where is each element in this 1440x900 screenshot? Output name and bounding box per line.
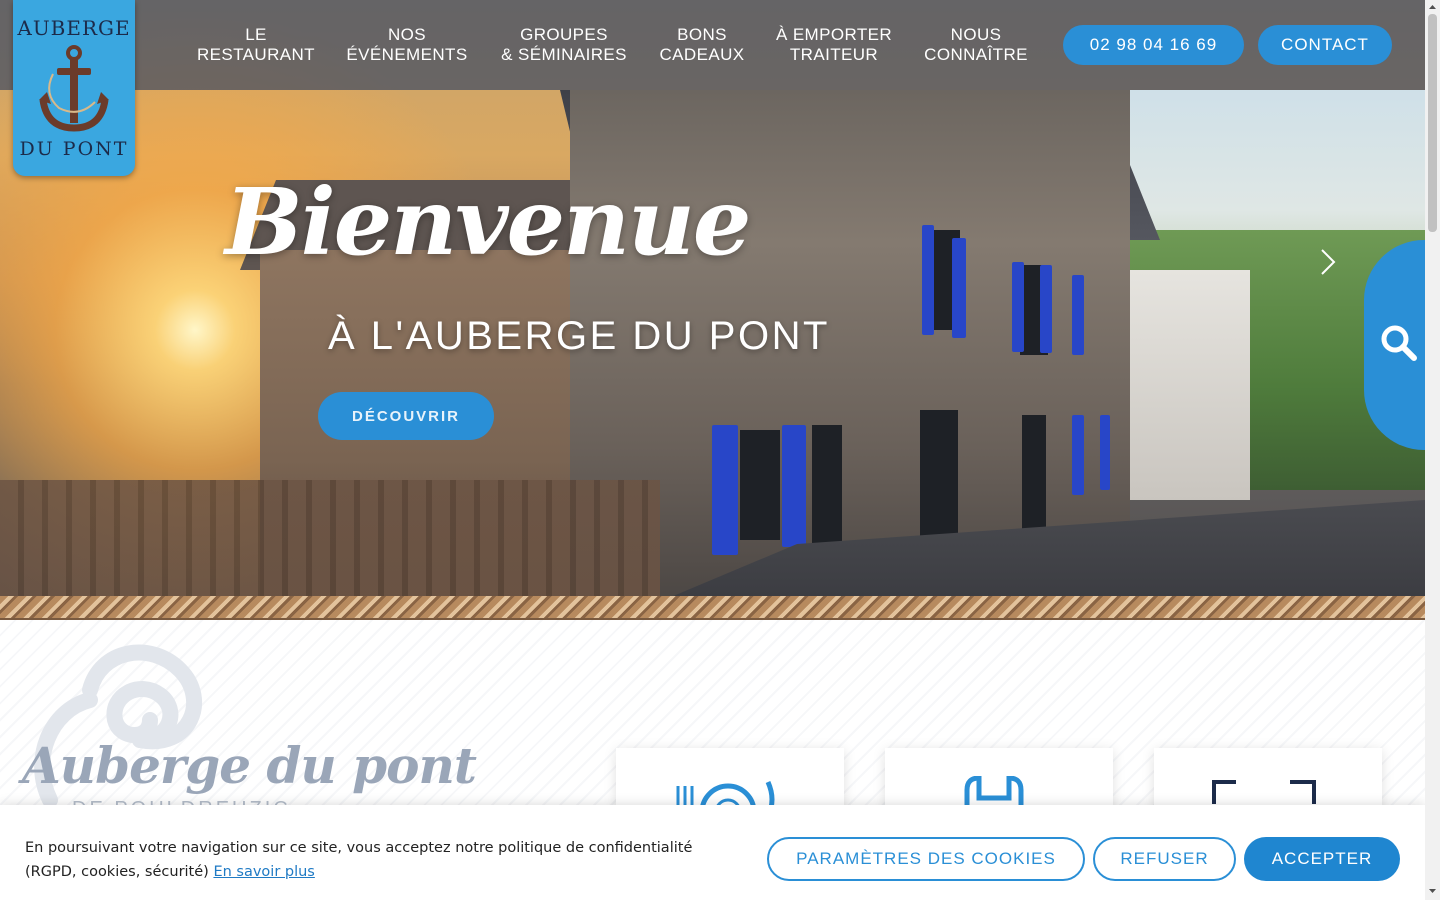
nav-item-line: À EMPORTER xyxy=(775,25,893,44)
hero-right-house xyxy=(1110,270,1250,500)
hero-banner xyxy=(0,0,1425,620)
nav-item-restaurant[interactable]: LE RESTAURANT xyxy=(196,25,316,65)
nav-item-bons-cadeaux[interactable]: BONS CADEAUX xyxy=(656,25,748,65)
cookie-message: En poursuivant votre navigation sur ce s… xyxy=(25,836,745,884)
hero-shutter xyxy=(1040,265,1052,353)
logo-bottom-text: DU PONT xyxy=(19,138,129,160)
page-scrollbar[interactable] xyxy=(1425,0,1440,900)
accept-button[interactable]: ACCEPTER xyxy=(1244,837,1400,881)
nav-item-evenements[interactable]: NOS ÉVÉNEMENTS xyxy=(344,25,470,65)
rope-divider xyxy=(0,596,1425,620)
nav-item-line: NOS xyxy=(387,25,427,44)
discover-button[interactable]: DÉCOUVRIR xyxy=(318,392,494,440)
nav-item-connaitre[interactable]: NOUS CONNAÎTRE xyxy=(921,25,1031,65)
hero-shutter xyxy=(952,238,966,338)
refuse-button[interactable]: REFUSER xyxy=(1093,837,1236,881)
nav-item-line: CONNAÎTRE xyxy=(924,45,1028,64)
scroll-up-arrow-icon[interactable] xyxy=(1425,0,1440,14)
hero-shutter xyxy=(922,225,934,335)
site-logo[interactable]: AUBERGE DU PONT xyxy=(13,0,135,176)
hero-shutter xyxy=(1100,415,1110,490)
scroll-thumb[interactable] xyxy=(1428,14,1437,232)
cookie-settings-button[interactable]: PARAMÈTRES DES COOKIES xyxy=(767,837,1085,881)
nav-item-groupes[interactable]: GROUPES & SÉMINAIRES xyxy=(497,25,631,65)
nav-item-line: ÉVÉNEMENTS xyxy=(346,45,468,64)
nav-item-line: LE xyxy=(245,25,267,44)
hero-shutter xyxy=(1072,415,1084,495)
hero-shutter xyxy=(1072,275,1084,355)
hero-window xyxy=(740,430,780,540)
nav-item-line: RESTAURANT xyxy=(197,45,315,64)
hero-fence xyxy=(0,480,660,610)
search-icon xyxy=(1381,325,1417,361)
hero-shutter xyxy=(1012,262,1024,352)
hero-shutter xyxy=(712,425,738,555)
nav-item-line: BONS xyxy=(677,25,727,44)
search-button[interactable] xyxy=(1364,240,1425,450)
hero-shutter xyxy=(782,425,806,547)
nav-item-line: CADEAUX xyxy=(659,45,745,64)
nav-item-line: & SÉMINAIRES xyxy=(501,45,627,64)
learn-more-link[interactable]: En savoir plus xyxy=(213,864,314,880)
section-title: Auberge du pont xyxy=(22,736,477,795)
nav-item-emporter[interactable]: À EMPORTER TRAITEUR xyxy=(772,25,896,65)
cookie-text: En poursuivant votre navigation sur ce s… xyxy=(25,840,693,880)
scroll-down-arrow-icon[interactable] xyxy=(1425,884,1440,898)
hero-subtitle: À L'AUBERGE DU PONT xyxy=(328,314,830,358)
nav-item-line: GROUPES xyxy=(520,25,608,44)
nav-item-line: TRAITEUR xyxy=(789,45,879,64)
anchor-icon xyxy=(39,45,109,132)
phone-button[interactable]: 02 98 04 16 69 xyxy=(1063,25,1244,65)
nav-item-line: NOUS xyxy=(950,25,1002,44)
contact-button[interactable]: CONTACT xyxy=(1258,25,1392,65)
logo-top-text: AUBERGE xyxy=(17,16,131,40)
hero-title: Bienvenue xyxy=(225,168,751,276)
chevron-right-icon[interactable] xyxy=(1318,248,1338,276)
